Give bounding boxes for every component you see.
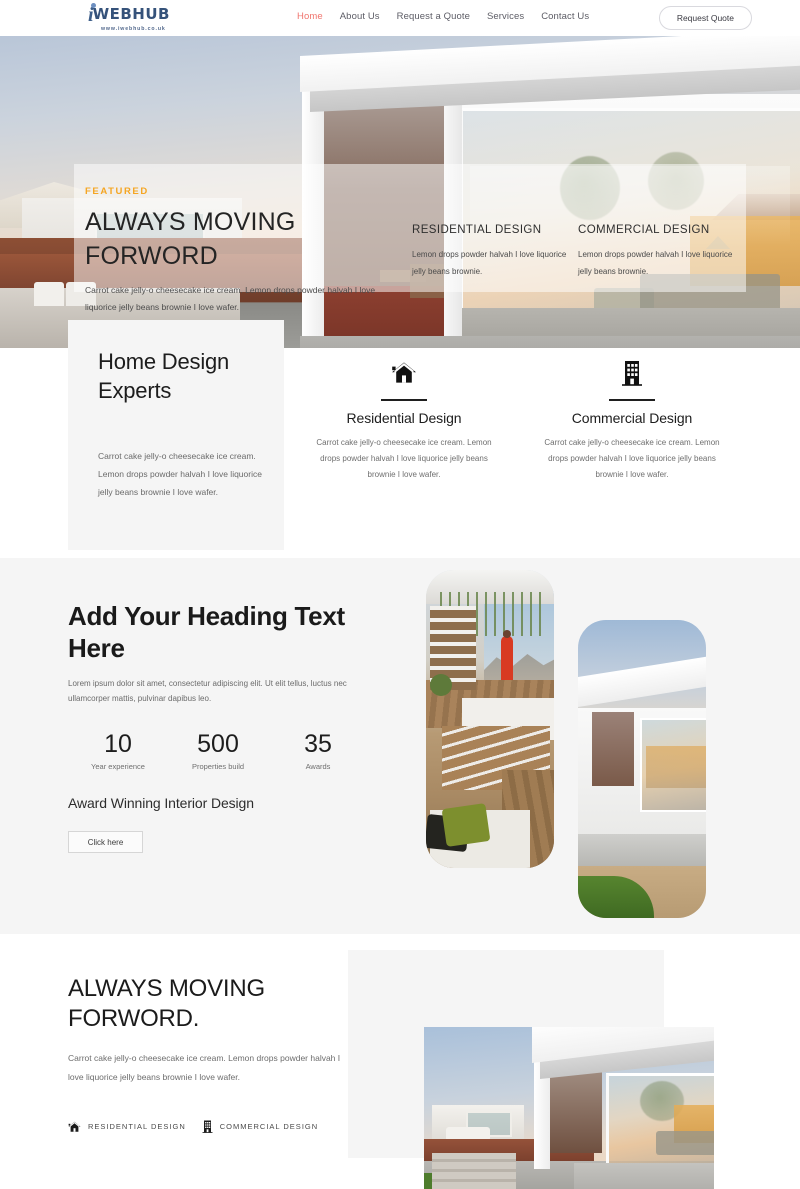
- nav-item-about-us[interactable]: About Us: [340, 11, 380, 22]
- experts-card: Home Design Experts Carrot cake jelly-o …: [68, 320, 284, 550]
- nav-item-services[interactable]: Services: [487, 11, 524, 22]
- stats-row: 10 Year experience 500 Properties build …: [68, 730, 368, 771]
- house-icon: [290, 358, 518, 388]
- nav-item-contact-us[interactable]: Contact Us: [541, 11, 589, 22]
- nav-item-request-a-quote[interactable]: Request a Quote: [397, 11, 470, 22]
- hero-title: ALWAYS MOVING FORWORD: [85, 208, 296, 270]
- stat-awards-label: Awards: [305, 762, 331, 771]
- page-root: i WEBHUB www.iwebhub.co.uk Home About Us…: [0, 0, 800, 1189]
- site-logo[interactable]: i WEBHUB www.iwebhub.co.uk: [88, 3, 200, 32]
- hero-card-commercial[interactable]: COMMERCIAL DESIGN Lemon drops powder hal…: [578, 224, 738, 280]
- experts-title: Home Design Experts: [98, 349, 230, 403]
- logo-url: www.iwebhub.co.uk: [101, 25, 166, 32]
- experts-section: Home Design Experts Carrot cake jelly-o …: [0, 320, 800, 558]
- hero-copy-block: FEATURED ALWAYS MOVING FORWORD Carrot ca…: [85, 186, 395, 316]
- house-icon: [68, 1121, 81, 1132]
- stats-image-interior: [426, 570, 554, 868]
- award-line: Award Winning Interior Design: [68, 795, 254, 811]
- closing-concrete: [574, 1163, 714, 1189]
- stats-lede: Lorem ipsum dolor sit amet, consectetur …: [68, 679, 347, 703]
- stat-properties-build-value: 500: [197, 730, 239, 758]
- hero-card-residential[interactable]: RESIDENTIAL DESIGN Lemon drops powder ha…: [412, 224, 572, 280]
- hero-card-residential-title: RESIDENTIAL DESIGN: [412, 224, 542, 236]
- building-icon: [202, 1120, 213, 1133]
- stat-awards: 35 Awards: [268, 730, 368, 771]
- feature-commercial-title: Commercial Design: [571, 409, 693, 426]
- stat-properties-build-label: Properties build: [191, 762, 245, 771]
- feature-divider: [381, 399, 427, 401]
- logo-mark: i WEBHUB: [88, 3, 200, 25]
- feature-residential-text: Carrot cake jelly-o cheesecake ice cream…: [316, 437, 492, 479]
- top-navbar: i WEBHUB www.iwebhub.co.uk Home About Us…: [0, 0, 800, 36]
- logo-wordmark: WEBHUB: [92, 5, 170, 23]
- exterior-concrete: [578, 834, 706, 870]
- tag-commercial-label: COMMERCIAL DESIGN: [219, 1122, 319, 1131]
- exterior-glass-interior: [646, 746, 706, 788]
- stat-properties-build: 500 Properties build: [168, 730, 268, 771]
- experts-text: Carrot cake jelly-o cheesecake ice cream…: [98, 451, 262, 497]
- hero-concrete-apron: [300, 336, 800, 348]
- click-here-button[interactable]: Click here: [68, 831, 143, 853]
- stat-awards-value: 35: [304, 730, 332, 758]
- hero-eyebrow: FEATURED: [85, 186, 149, 197]
- closing-steps: [432, 1153, 516, 1189]
- interior-potted-plant: [430, 674, 452, 696]
- exterior-recess: [592, 712, 634, 786]
- closing-copy-block: ALWAYS MOVING FORWORD. Carrot cake jelly…: [68, 974, 368, 1133]
- interior-pillow-green: [441, 803, 491, 847]
- tag-residential-design[interactable]: RESIDENTIAL DESIGN: [68, 1121, 186, 1133]
- stats-heading: Add Your Heading Text Here: [68, 601, 345, 663]
- feature-commercial-text: Carrot cake jelly-o cheesecake ice cream…: [544, 437, 720, 479]
- closing-tag-row: RESIDENTIAL DESIGN COMMERCIAL DESIGN: [68, 1120, 368, 1133]
- closing-text: Carrot cake jelly-o cheesecake ice cream…: [68, 1053, 341, 1082]
- stats-image-exterior: [578, 620, 706, 918]
- feature-residential-design[interactable]: Residential Design Carrot cake jelly-o c…: [290, 358, 518, 483]
- stat-year-experience-label: Year experience: [91, 762, 145, 771]
- closing-sofa: [656, 1131, 714, 1155]
- closing-title: ALWAYS MOVING FORWORD.: [68, 975, 265, 1032]
- hero-chair-left: [34, 282, 64, 306]
- hero-card-commercial-title: COMMERCIAL DESIGN: [578, 224, 710, 236]
- hero-section: FEATURED ALWAYS MOVING FORWORD Carrot ca…: [0, 36, 800, 348]
- stat-year-experience-value: 10: [104, 730, 132, 758]
- interior-person-body: [501, 636, 513, 684]
- hero-subtitle: Carrot cake jelly-o cheesecake ice cream…: [85, 285, 376, 312]
- tag-residential-label: RESIDENTIAL DESIGN: [88, 1122, 186, 1131]
- request-quote-button[interactable]: Request Quote: [658, 6, 752, 30]
- stats-copy-block: Add Your Heading Text Here Lorem ipsum d…: [68, 600, 408, 853]
- closing-recess: [550, 1071, 602, 1153]
- closing-image: [424, 1027, 714, 1189]
- logo-dot-icon: [91, 3, 96, 8]
- feature-residential-title: Residential Design: [346, 409, 462, 426]
- primary-nav: Home About Us Request a Quote Services C…: [297, 11, 589, 22]
- tag-commercial-design[interactable]: COMMERCIAL DESIGN: [202, 1120, 318, 1133]
- building-icon: [518, 358, 746, 388]
- hero-card-commercial-text: Lemon drops powder halvah I love liquori…: [578, 250, 733, 276]
- stat-year-experience: 10 Year experience: [68, 730, 168, 771]
- feature-divider: [609, 399, 655, 401]
- nav-item-home[interactable]: Home: [297, 11, 323, 22]
- interior-person-head: [503, 630, 511, 638]
- hero-card-residential-text: Lemon drops powder halvah I love liquori…: [412, 250, 567, 276]
- feature-commercial-design[interactable]: Commercial Design Carrot cake jelly-o ch…: [518, 358, 746, 483]
